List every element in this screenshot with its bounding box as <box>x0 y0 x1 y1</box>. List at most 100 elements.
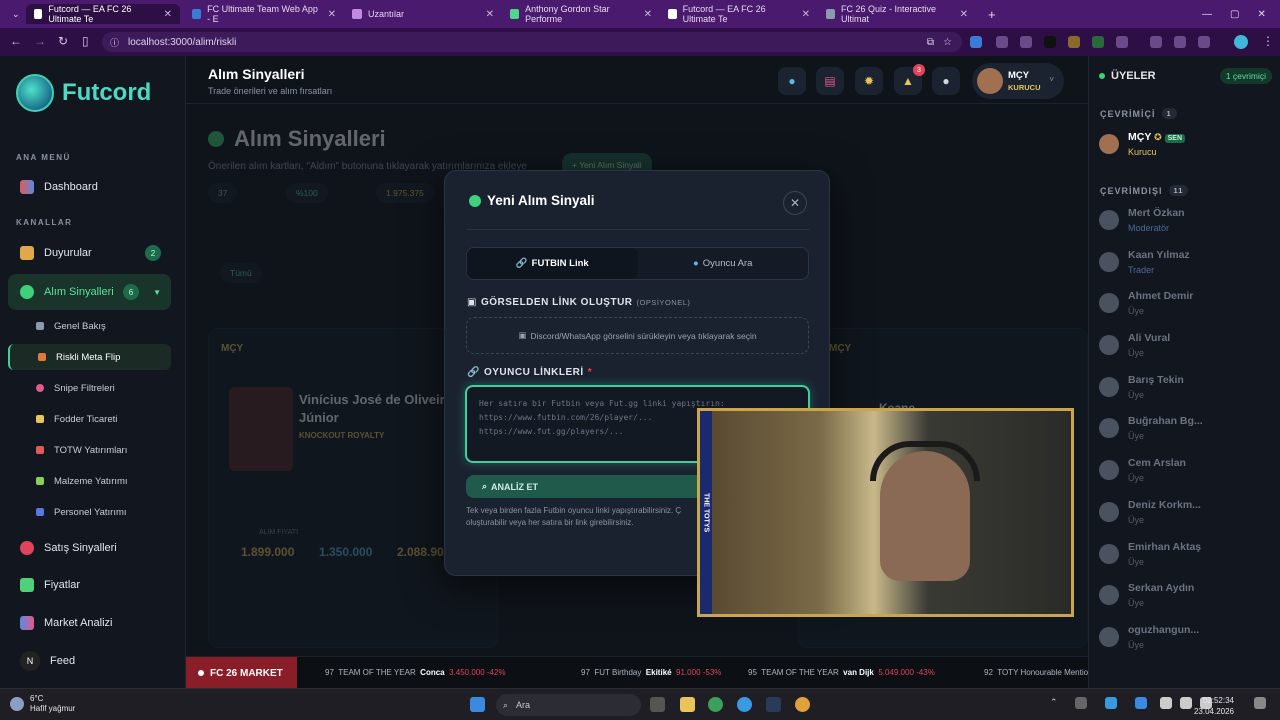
filter-all[interactable]: Tümü <box>220 263 262 283</box>
chrome-dev-icon[interactable] <box>708 697 723 712</box>
profile-avatar[interactable] <box>1234 35 1248 49</box>
reload-icon[interactable]: ↻ <box>58 34 68 48</box>
file-explorer-icon[interactable] <box>680 697 695 712</box>
calendar-button[interactable]: ▤ <box>816 67 844 95</box>
close-tab-icon[interactable]: ✕ <box>960 9 968 20</box>
sub-materials[interactable]: Malzeme Yatırımı <box>8 468 171 494</box>
chevron-down-icon[interactable]: ▼ <box>153 288 161 297</box>
bookmark-star-icon[interactable]: ☆ <box>943 37 952 48</box>
maximize-icon[interactable]: ▢ <box>1230 9 1239 20</box>
app-icon[interactable] <box>766 697 781 712</box>
dark-extension-icon[interactable] <box>1044 36 1056 48</box>
member-item[interactable]: Cem Arslan Üye <box>1099 452 1274 488</box>
tab-list-button[interactable]: ⌄ <box>4 4 24 24</box>
camera-extension-icon[interactable] <box>996 36 1008 48</box>
translate-extension-icon[interactable] <box>970 36 982 48</box>
notification-center-icon[interactable] <box>1254 697 1266 709</box>
tab-gordon[interactable]: Anthony Gordon Star Performe ✕ <box>502 4 660 24</box>
tab-fc-webapp[interactable]: FC Ultimate Team Web App - E ✕ <box>184 4 344 24</box>
tab-quiz[interactable]: FC 26 Quiz - Interactive Ultimat ✕ <box>818 4 976 24</box>
tab-groups-icon[interactable] <box>1150 36 1162 48</box>
sidebar-toggle-icon[interactable]: ▯ <box>82 34 89 48</box>
sub-risky-meta-flip[interactable]: Riskli Meta Flip <box>8 344 171 370</box>
member-item[interactable]: Emirhan Aktaş Üye <box>1099 536 1274 572</box>
sub-staff[interactable]: Personel Yatırımı <box>8 499 171 525</box>
task-view-icon[interactable] <box>650 697 665 712</box>
taskbar-search[interactable]: ⌕ Ara <box>496 694 641 716</box>
nav-market-analysis[interactable]: Market Analizi <box>8 606 171 640</box>
member-item[interactable]: Buğrahan Bg... Üye <box>1099 410 1274 446</box>
close-window-icon[interactable]: ✕ <box>1257 9 1265 20</box>
tab-futbin-link[interactable]: 🔗 FUTBIN Link <box>467 248 638 279</box>
member-item[interactable]: Ahmet Demir Üye <box>1099 285 1274 321</box>
tab-extensions[interactable]: Uzantılar ✕ <box>344 4 502 24</box>
close-tab-icon[interactable]: ✕ <box>486 9 494 20</box>
nav-announcements[interactable]: Duyurular 2 <box>8 236 171 270</box>
forward-icon[interactable]: → <box>34 34 46 48</box>
image-dropzone[interactable]: ▣ Discord/WhatsApp görselini sürükleyin … <box>466 317 809 354</box>
brand-logo[interactable]: Futcord <box>16 74 151 112</box>
minimize-icon[interactable]: — <box>1202 9 1212 20</box>
history-icon[interactable] <box>1174 36 1186 48</box>
site-info-icon[interactable]: ⓘ <box>110 36 119 49</box>
ticker-item[interactable]: 92 TOTY Honourable Mentio <box>984 668 1088 677</box>
nav-feed[interactable]: N Feed <box>8 644 171 678</box>
ticker-item[interactable]: 97 TEAM OF THE YEAR Conca 3.450.000 -42% <box>325 668 506 677</box>
sub-overview[interactable]: Genel Bakış <box>8 313 171 339</box>
ticker-item[interactable]: 95 TEAM OF THE YEAR van Dijk 5.049.000 -… <box>748 668 935 677</box>
member-item[interactable]: Barış Tekin Üye <box>1099 369 1274 405</box>
close-tab-icon[interactable]: ✕ <box>164 9 172 20</box>
tab-player-search[interactable]: ● Oyuncu Ara <box>638 248 809 279</box>
window-controls[interactable]: — ▢ ✕ <box>1194 4 1274 24</box>
new-tab-button[interactable]: + <box>980 4 1000 24</box>
download-icon[interactable] <box>1198 36 1210 48</box>
member-item[interactable]: Ali Vural Üye <box>1099 327 1274 363</box>
close-modal-button[interactable]: ✕ <box>783 191 807 215</box>
address-bar[interactable]: ⓘ localhost:3000/alim/riskli ⧉ ☆ <box>102 32 962 52</box>
sub-snipe-filters[interactable]: Snipe Filtreleri <box>8 375 171 401</box>
clock[interactable]: 02:52:34 23.04.2026 <box>1194 695 1234 717</box>
tray-expand-icon[interactable]: ⌃ <box>1050 697 1060 712</box>
tray-app-icon[interactable] <box>1075 697 1087 709</box>
sub-totw[interactable]: TOTW Yatırımları <box>8 437 171 463</box>
edge-icon[interactable] <box>737 697 752 712</box>
nav-buy-signals[interactable]: Alım Sinyalleri 6 ▼ <box>8 274 171 310</box>
extensions-icon[interactable] <box>1116 36 1128 48</box>
sub-fodder[interactable]: Fodder Ticareti <box>8 406 171 432</box>
member-item[interactable]: Deniz Korkm... Üye <box>1099 494 1274 530</box>
chat-button[interactable]: ● <box>932 67 960 95</box>
search-button[interactable]: ● <box>778 67 806 95</box>
volume-icon[interactable] <box>1180 697 1192 709</box>
member-item[interactable]: Kaan Yılmaz Trader <box>1099 244 1274 280</box>
tray-cloud-icon[interactable] <box>1105 697 1117 709</box>
wifi-icon[interactable] <box>1160 697 1172 709</box>
close-tab-icon[interactable]: ✕ <box>644 9 652 20</box>
user-menu[interactable]: MÇY KURUCU ˅ <box>972 63 1064 99</box>
count-badge: 6 <box>123 284 139 300</box>
notifications-button[interactable]: ▲ 3 <box>894 64 925 95</box>
bluetooth-icon[interactable] <box>1135 697 1147 709</box>
install-app-icon[interactable]: ⧉ <box>927 37 934 48</box>
menu-icon[interactable]: ⋮ <box>1262 34 1274 48</box>
member-item[interactable]: oguzhangun... Üye <box>1099 619 1274 655</box>
close-tab-icon[interactable]: ✕ <box>802 9 810 20</box>
coin-extension-icon[interactable] <box>1068 36 1080 48</box>
tab-futcord[interactable]: Futcord — EA FC 26 Ultimate Te ✕ <box>26 4 180 24</box>
close-tab-icon[interactable]: ✕ <box>328 9 336 20</box>
nav-sell-signals[interactable]: Satış Sinyalleri <box>8 531 171 565</box>
terminal-extension-icon[interactable] <box>1092 36 1104 48</box>
weather-widget[interactable]: 6°C Hafif yağmur <box>10 694 75 714</box>
back-icon[interactable]: ← <box>10 34 22 48</box>
divider <box>467 229 809 230</box>
nav-dashboard[interactable]: Dashboard <box>8 170 171 204</box>
theme-button[interactable]: ✹ <box>855 67 883 95</box>
start-icon[interactable] <box>470 697 485 712</box>
member-item[interactable]: MÇY ✪ SEN Kurucu <box>1099 126 1274 162</box>
chrome-icon[interactable] <box>795 697 810 712</box>
nav-prices[interactable]: Fiyatlar <box>8 568 171 602</box>
tab-futcord-2[interactable]: Futcord — EA FC 26 Ultimate Te ✕ <box>660 4 818 24</box>
ticker-item[interactable]: 97 FUT Birthday Ekitiké 91.000 -53% <box>581 668 721 677</box>
member-item[interactable]: Serkan Aydın Üye <box>1099 577 1274 613</box>
pen-extension-icon[interactable] <box>1020 36 1032 48</box>
member-item[interactable]: Mert Özkan Moderatör <box>1099 202 1274 238</box>
